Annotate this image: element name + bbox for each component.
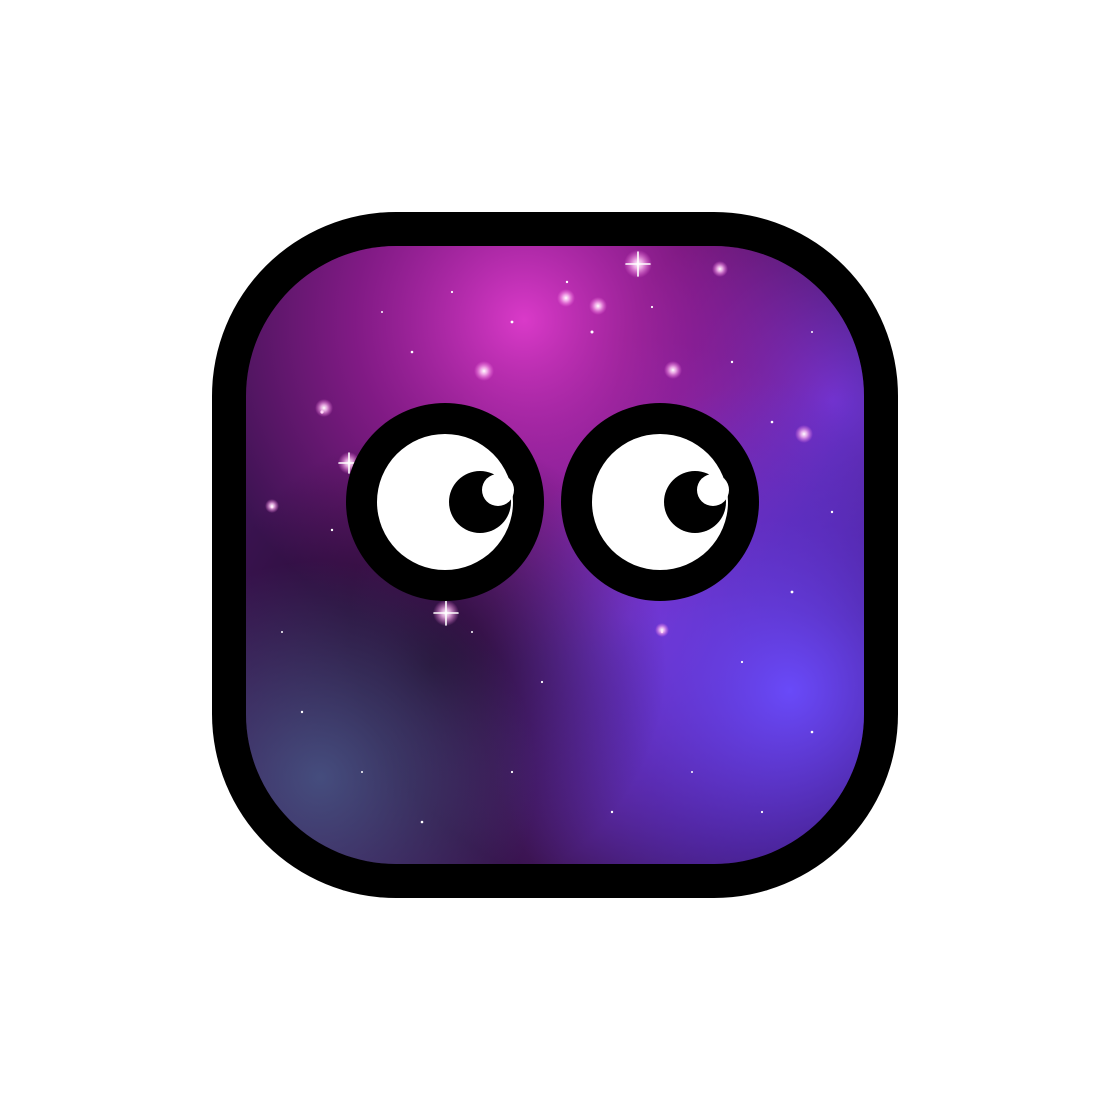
canvas: [0, 0, 1111, 1111]
right-eye: [561, 403, 759, 601]
app-icon[interactable]: [212, 212, 898, 898]
galaxy-background: [246, 246, 864, 864]
galaxy-face-icon: [212, 212, 898, 898]
left-eye: [346, 403, 544, 601]
